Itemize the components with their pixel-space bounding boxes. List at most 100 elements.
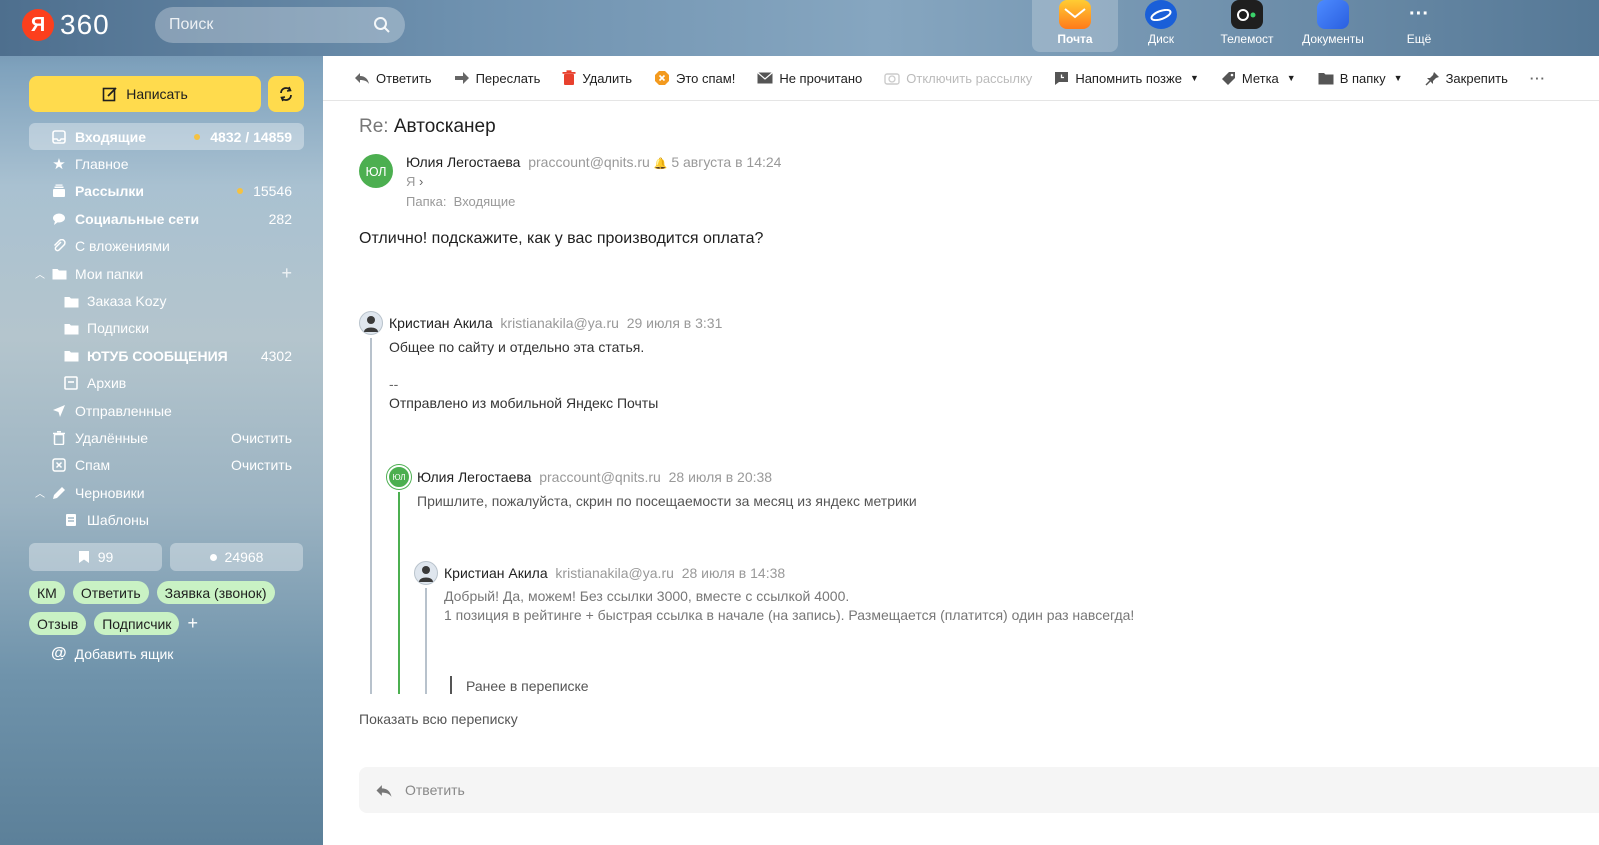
folder-newsletters[interactable]: Рассылки 15546 — [29, 178, 304, 205]
quote-sender-email[interactable]: kristianakila@ya.ru — [555, 565, 673, 581]
folder-main[interactable]: ★ Главное — [29, 150, 304, 177]
app-more-label: Ещё — [1406, 32, 1432, 46]
sender-name[interactable]: Юлия Легостаева — [406, 154, 520, 170]
spam-button[interactable]: Это спам! — [643, 70, 746, 86]
folder-drafts[interactable]: ︿ Черновики — [29, 479, 304, 506]
folder-icon — [51, 266, 67, 282]
quote-sender-email[interactable]: praccount@qnits.ru — [539, 469, 661, 485]
unread-count: 24968 — [224, 549, 264, 565]
dropdown-arrow-icon: ▼ — [1286, 73, 1296, 83]
sidebar: Написать Входящие 4832 / 14859 ★ Главное… — [0, 56, 323, 845]
app-disk[interactable]: Диск — [1118, 0, 1204, 52]
sender-email[interactable]: praccount@qnits.ru — [528, 154, 650, 170]
pin-icon — [1425, 71, 1439, 86]
folder-archive[interactable]: Архив — [29, 370, 304, 397]
folder-link[interactable]: Входящие — [454, 194, 516, 209]
quick-reply-box[interactable]: Ответить — [359, 767, 1599, 813]
forward-button[interactable]: Переслать — [443, 71, 552, 86]
pen-icon — [51, 485, 67, 501]
recipient-line[interactable]: Я › — [406, 174, 423, 189]
quote-sender-email[interactable]: kristianakila@ya.ru — [500, 315, 618, 331]
quote-date: 28 июля в 20:38 — [668, 469, 773, 485]
folder-name: Удалённые — [75, 429, 149, 446]
message-pane: Ответить Переслать Удалить Это спам! Не … — [323, 56, 1599, 845]
app-telemost[interactable]: Телемост — [1204, 0, 1290, 52]
reply-icon — [355, 73, 369, 84]
more-actions-button[interactable]: ··· — [1519, 71, 1557, 86]
clear-deleted-button[interactable]: Очистить — [231, 430, 292, 446]
unsubscribe-button[interactable]: Отключить рассылку — [873, 71, 1043, 86]
compose-button[interactable]: Написать — [29, 76, 261, 112]
folder-count: 282 — [268, 210, 292, 227]
app-documents[interactable]: Документы — [1290, 0, 1376, 52]
folder-spam[interactable]: Спам Очистить — [29, 452, 304, 479]
pencil-icon — [102, 87, 117, 102]
folder-sent[interactable]: Отправленные — [29, 397, 304, 424]
label-subscriber[interactable]: Подписчик — [94, 612, 180, 635]
folder-icon — [63, 293, 79, 309]
avatar-initials: ЮЛ — [392, 472, 406, 482]
chevron-up-icon[interactable]: ︿ — [35, 266, 45, 281]
search-icon[interactable] — [373, 16, 391, 34]
label-review[interactable]: Отзыв — [29, 612, 87, 635]
spam-icon — [51, 457, 67, 473]
remind-later-button[interactable]: Напомнить позже ▼ — [1043, 71, 1210, 86]
app-disk-label: Диск — [1147, 32, 1175, 46]
quote-line — [370, 338, 372, 694]
app-more[interactable]: ··· Ещё — [1376, 0, 1462, 52]
envelope-icon — [757, 72, 774, 84]
clear-spam-button[interactable]: Очистить — [231, 457, 292, 473]
quote-text: Добрый! Да, можем! Без ссылки 3000, вмес… — [444, 588, 850, 604]
quote-sender-name[interactable]: Кристиан Акила — [389, 315, 493, 331]
earlier-divider — [450, 676, 452, 694]
folder-deleted[interactable]: Удалённые Очистить — [29, 424, 304, 451]
label-request-call[interactable]: Заявка (звонок) — [156, 581, 275, 604]
app-mail[interactable]: Почта — [1032, 0, 1118, 52]
folder-templates[interactable]: Шаблоны — [29, 506, 304, 533]
mark-unread-button[interactable]: Не прочитано — [746, 71, 873, 86]
show-full-thread-link[interactable]: Показать всю переписку — [359, 711, 518, 727]
search-input[interactable]: Поиск — [155, 7, 405, 43]
reply-button[interactable]: Ответить — [343, 71, 443, 86]
folder-my-folders[interactable]: ︿ Мои папки + — [29, 260, 304, 287]
refresh-button[interactable] — [268, 76, 304, 112]
add-label-icon[interactable]: + — [187, 613, 198, 634]
folder-subscriptions[interactable]: Подписки — [29, 315, 304, 342]
folder-youtube[interactable]: ЮТУБ СООБЩЕНИЯ 4302 — [29, 342, 304, 369]
add-folder-icon[interactable]: + — [281, 263, 292, 284]
trash-icon — [562, 70, 576, 85]
chevron-up-icon[interactable]: ︿ — [35, 485, 45, 500]
top-bar: Я 360 Поиск Почта Диск Телемост Документ — [0, 0, 1599, 56]
pin-button[interactable]: Закрепить — [1414, 71, 1519, 86]
message-subject: Re: Автосканер — [359, 116, 496, 138]
yandex-360-logo[interactable]: Я 360 — [22, 9, 110, 41]
avatar[interactable]: ЮЛ — [359, 154, 393, 188]
app-documents-label: Документы — [1302, 32, 1364, 46]
delete-button[interactable]: Удалить — [551, 70, 643, 86]
quote-line — [425, 588, 427, 694]
add-mailbox-link[interactable]: @ Добавить ящик — [51, 645, 173, 663]
folder-social[interactable]: Социальные сети 282 — [29, 205, 304, 232]
spam-label: Это спам! — [676, 70, 736, 86]
earlier-in-thread-link[interactable]: Ранее в переписке — [466, 678, 589, 694]
label-button[interactable]: Метка ▼ — [1210, 71, 1307, 86]
quote-header: Кристиан Акила kristianakila@ya.ru 29 ию… — [389, 315, 722, 331]
folder-kozy[interactable]: Заказа Kozy — [29, 287, 304, 314]
bookmarked-filter[interactable]: 99 — [29, 543, 162, 571]
folder-inbox[interactable]: Входящие 4832 / 14859 — [29, 123, 304, 151]
refresh-icon — [280, 86, 292, 102]
quote-sender-name[interactable]: Кристиан Акила — [444, 565, 548, 581]
pin-label: Закрепить — [1445, 70, 1508, 86]
quote-sender-name[interactable]: Юлия Легостаева — [417, 469, 531, 485]
unread-filter[interactable]: 24968 — [170, 543, 303, 571]
disk-icon — [1145, 0, 1177, 29]
label-km[interactable]: КМ — [29, 581, 65, 604]
folder-attachments[interactable]: С вложениями — [29, 233, 304, 260]
move-to-folder-button[interactable]: В папку ▼ — [1307, 71, 1414, 86]
chat-bubble-icon — [51, 211, 67, 227]
search-placeholder: Поиск — [169, 16, 214, 33]
label-reply[interactable]: Ответить — [72, 581, 149, 604]
sender-line: Юлия Легостаева praccount@qnits.ru 🔔 5 а… — [406, 154, 781, 170]
folder-name: Черновики — [75, 484, 145, 501]
spam-icon — [655, 71, 670, 85]
